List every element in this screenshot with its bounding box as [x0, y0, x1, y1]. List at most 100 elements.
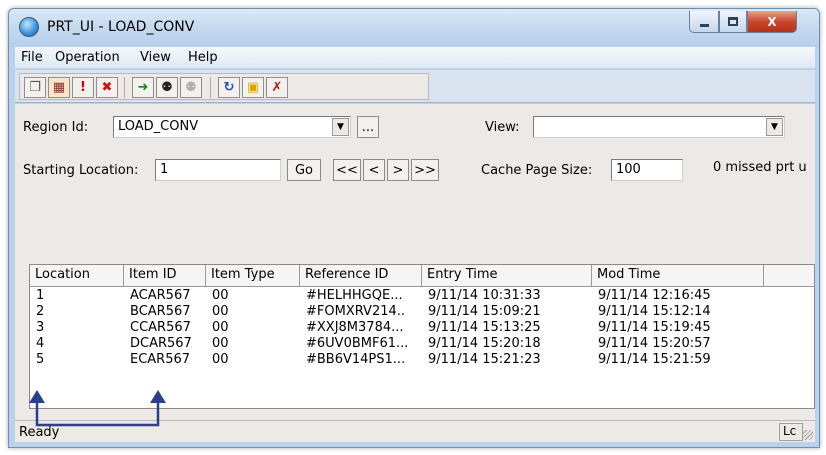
table-row[interactable]: 3 CCAR567 00 #XXJ8M3784... 9/11/14 15:13:25 9…: [30, 320, 814, 336]
menu-help[interactable]: Help: [188, 50, 218, 65]
cell-entry-time: 9/11/14 10:31:33: [428, 288, 541, 303]
cache-page-size-input[interactable]: 100: [611, 159, 683, 181]
cell-mod-time: 9/11/14 15:20:57: [598, 336, 711, 351]
results-list[interactable]: Location Item ID Item Type Reference ID …: [29, 264, 815, 409]
delete-button[interactable]: ✖: [96, 77, 118, 98]
cache-page-size-label: Cache Page Size:: [481, 163, 593, 178]
cell-location: 2: [36, 304, 45, 319]
column-item-id[interactable]: Item ID: [124, 265, 206, 286]
next-page-button[interactable]: >: [387, 159, 409, 181]
menu-operation[interactable]: Operation: [55, 50, 120, 65]
column-location[interactable]: Location: [30, 265, 124, 286]
toolbar-separator: [210, 77, 211, 98]
close-icon: X: [767, 14, 777, 29]
resize-grip-icon[interactable]: [803, 430, 813, 440]
app-icon: [19, 17, 39, 37]
table-row[interactable]: 4 DCAR567 00 #6UV0BMF61... 9/11/14 15:20:18 9…: [30, 336, 814, 352]
filter-panel: Region Id: LOAD_CONV ▼ ... View: ▼ Start…: [15, 104, 815, 442]
cell-item-id: ACAR567: [130, 288, 191, 303]
alert-document-button[interactable]: !: [72, 77, 94, 98]
status-bar: Ready Lc: [15, 420, 815, 442]
view-label: View:: [485, 120, 520, 135]
chevron-down-icon[interactable]: ▼: [766, 118, 783, 136]
cell-reference-id: #FOMXRV214..: [306, 304, 406, 319]
column-reference-id[interactable]: Reference ID: [300, 265, 422, 286]
maximize-button[interactable]: [719, 11, 747, 33]
cell-reference-id: #6UV0BMF61...: [306, 336, 409, 351]
table-row[interactable]: 2 BCAR567 00 #FOMXRV214.. 9/11/14 15:09:21 9/…: [30, 304, 814, 320]
view-combo[interactable]: ▼: [533, 116, 785, 138]
lock-icon: ▣: [246, 80, 260, 95]
calendar-button[interactable]: ▦: [48, 77, 70, 98]
cell-item-type: 00: [212, 320, 229, 335]
last-page-button[interactable]: >>: [411, 159, 439, 181]
cell-item-type: 00: [212, 352, 229, 367]
go-arrow-icon: ➜: [137, 80, 149, 95]
next-page-label: >: [392, 162, 404, 178]
exit-button[interactable]: ✗: [266, 77, 288, 98]
title-bar[interactable]: PRT_UI - LOAD_CONV X: [9, 9, 819, 47]
menu-file[interactable]: File: [21, 50, 43, 65]
first-page-label: <<: [336, 162, 358, 178]
delete-icon: ✖: [101, 80, 113, 95]
cell-item-type: 00: [212, 288, 229, 303]
toolbar: ❐ ▦ ! ✖ ➜ ⚉ ⚉ ↻ ▣ ✗: [15, 70, 815, 103]
cell-location: 1: [36, 288, 45, 303]
close-button[interactable]: X: [747, 11, 797, 33]
region-browse-button[interactable]: ...: [357, 116, 379, 138]
column-item-type[interactable]: Item Type: [206, 265, 300, 286]
prev-page-button[interactable]: <: [363, 159, 385, 181]
table-row[interactable]: 1 ACAR567 00 #HELHHGQE... 9/11/14 10:31:33 9/…: [30, 288, 814, 304]
cell-item-id: ECAR567: [130, 352, 191, 367]
new-document-icon: ❐: [29, 80, 41, 95]
cell-entry-time: 9/11/14 15:20:18: [428, 336, 541, 351]
go-nav-button[interactable]: Go: [287, 159, 321, 181]
status-text: Ready: [19, 425, 60, 440]
ellipsis-label: ...: [361, 119, 375, 135]
first-page-button[interactable]: <<: [333, 159, 361, 181]
column-mod-time[interactable]: Mod Time: [592, 265, 764, 286]
cell-mod-time: 9/11/14 15:19:45: [598, 320, 711, 335]
column-entry-time[interactable]: Entry Time: [422, 265, 592, 286]
cell-item-type: 00: [212, 336, 229, 351]
last-page-label: >>: [414, 162, 436, 178]
calendar-icon: ▦: [52, 80, 66, 95]
menu-bar: File Operation View Help: [15, 47, 815, 69]
exit-icon: ✗: [271, 80, 283, 95]
cell-reference-id: #HELHHGQE...: [306, 288, 403, 303]
table-row[interactable]: 5 ECAR567 00 #BB6V14PS1... 9/11/14 15:21:23 9…: [30, 352, 814, 368]
starting-location-label: Starting Location:: [23, 163, 139, 178]
cell-entry-time: 9/11/14 15:09:21: [428, 304, 541, 319]
cell-item-id: BCAR567: [130, 304, 191, 319]
region-id-value: LOAD_CONV: [118, 119, 199, 134]
toolbar-separator: [124, 77, 125, 98]
refresh-button[interactable]: ↻: [218, 77, 240, 98]
prev-page-label: <: [368, 162, 380, 178]
alert-document-icon: !: [80, 80, 86, 95]
disabled-find-icon: ⚉: [185, 80, 197, 95]
window-title: PRT_UI - LOAD_CONV: [47, 19, 195, 35]
cell-item-id: CCAR567: [130, 320, 191, 335]
minimize-button[interactable]: [689, 11, 719, 33]
starting-location-value: 1: [160, 162, 169, 177]
region-id-label: Region Id:: [23, 120, 89, 135]
menu-view[interactable]: View: [140, 50, 171, 65]
chevron-down-icon[interactable]: ▼: [332, 118, 349, 136]
starting-location-input[interactable]: 1: [155, 159, 281, 181]
find-button[interactable]: ⚉: [156, 77, 178, 98]
cell-mod-time: 9/11/14 12:16:45: [598, 288, 711, 303]
cell-mod-time: 9/11/14 15:12:14: [598, 304, 711, 319]
lock-button[interactable]: ▣: [242, 77, 264, 98]
cell-entry-time: 9/11/14 15:21:23: [428, 352, 541, 367]
missed-prt-text: 0 missed prt u: [713, 160, 807, 175]
region-id-combo[interactable]: LOAD_CONV ▼: [113, 116, 351, 138]
cell-entry-time: 9/11/14 15:13:25: [428, 320, 541, 335]
go-button[interactable]: ➜: [132, 77, 154, 98]
binoculars-icon: ⚉: [161, 80, 173, 95]
find-next-button[interactable]: ⚉: [180, 77, 202, 98]
cell-reference-id: #XXJ8M3784...: [306, 320, 404, 335]
cell-item-id: DCAR567: [130, 336, 192, 351]
cell-location: 3: [36, 320, 45, 335]
cell-location: 4: [36, 336, 45, 351]
new-document-button[interactable]: ❐: [24, 77, 46, 98]
